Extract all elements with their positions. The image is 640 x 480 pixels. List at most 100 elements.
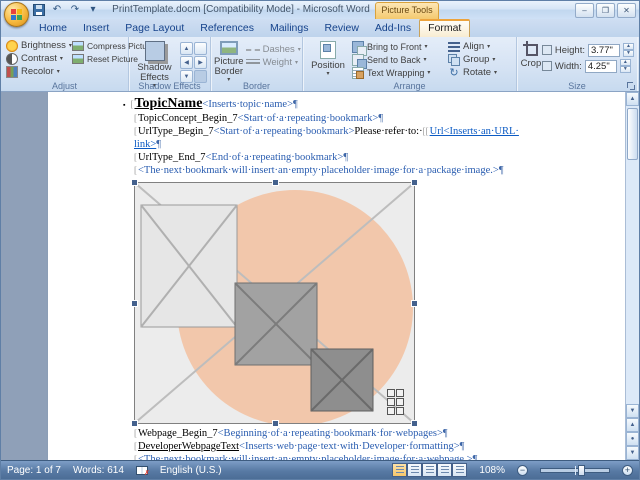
redo-button[interactable]: ↷	[68, 4, 82, 17]
zoom-slider-thumb[interactable]	[577, 464, 585, 476]
zoom-in-button[interactable]: +	[622, 464, 633, 476]
resize-handle-nw[interactable]	[131, 179, 138, 186]
resize-handle-w[interactable]	[131, 300, 138, 307]
tab-page-layout[interactable]: Page Layout	[117, 20, 192, 37]
compress-pictures-button[interactable]: Compress Pictures	[70, 39, 159, 52]
recolor-button[interactable]: Recolor ▾	[4, 65, 70, 78]
compress-pictures-icon	[72, 40, 84, 51]
picture-border-label: Picture Border	[214, 56, 244, 77]
nudge-shadow-left-button[interactable]: ◀	[180, 56, 193, 69]
bring-to-front-button[interactable]: Bring to Front ▾	[350, 40, 446, 56]
draft-view-button[interactable]	[452, 463, 467, 477]
doc-seg-plain: UrlType_Begin_7	[138, 126, 214, 137]
picture-border-button[interactable]: Picture Border ▾	[214, 39, 244, 83]
reset-picture-button[interactable]: Reset Picture	[70, 52, 138, 65]
width-up-icon[interactable]: ▲	[619, 59, 631, 66]
resize-handle-se[interactable]	[411, 420, 418, 427]
scroll-up-button[interactable]: ▲	[626, 92, 639, 106]
doc-seg-nameBig: TopicName	[134, 96, 203, 111]
doc-seg-desc: <Start·of·a·repeating·bookmark>	[213, 126, 355, 137]
print-layout-view-button[interactable]	[392, 463, 407, 477]
zoom-slider[interactable]	[540, 464, 610, 476]
full-screen-reading-view-button[interactable]	[407, 463, 422, 477]
weight-button[interactable]: Weight ▾	[244, 56, 303, 69]
rotate-button[interactable]: ↻ Rotate ▾	[446, 66, 508, 79]
image-resize-grip[interactable]	[387, 389, 404, 415]
nudge-shadow-right-button[interactable]: ▶	[194, 56, 207, 69]
doc-line: [UrlType_Begin_7<Start·of·a·repeating·bo…	[134, 125, 593, 138]
align-icon	[448, 41, 460, 52]
doc-line: ▪ [TopicName<Inserts·topic·name>¶	[123, 96, 593, 112]
toggle-shadow-button[interactable]	[194, 42, 207, 55]
tab-add-ins[interactable]: Add-Ins	[367, 20, 419, 37]
crop-button[interactable]: Crop	[520, 39, 542, 74]
shadow-effects-icon	[144, 41, 165, 61]
contrast-button[interactable]: Contrast ▾	[4, 52, 70, 65]
resize-handle-sw[interactable]	[131, 420, 138, 427]
scroll-down-button[interactable]: ▼	[626, 404, 639, 418]
width-label: Width:	[554, 60, 582, 72]
height-input[interactable]: 3.77"	[588, 43, 620, 57]
group-button[interactable]: Group ▾	[446, 53, 508, 66]
placeholder-image[interactable]	[131, 179, 418, 427]
document-page[interactable]: ▪ [TopicName<Inserts·topic·name>¶ [TopicCo…	[48, 92, 627, 460]
maximize-button[interactable]: ❐	[596, 3, 615, 18]
tab-review[interactable]: Review	[316, 20, 366, 37]
previous-page-button[interactable]: ▲	[626, 418, 639, 432]
resize-handle-ne[interactable]	[411, 179, 418, 186]
tab-home[interactable]: Home	[31, 20, 75, 37]
tab-format[interactable]: Format	[419, 19, 471, 37]
vertical-scrollbar[interactable]: ▲ ▼ ▲ ● ▼	[625, 92, 639, 460]
outline-view-button[interactable]	[437, 463, 452, 477]
proofing-error-mark: ✗	[144, 469, 150, 477]
minimize-button[interactable]: –	[575, 3, 594, 18]
zoom-level[interactable]: 108%	[479, 465, 505, 476]
resize-handle-s[interactable]	[271, 420, 279, 427]
height-up-icon[interactable]: ▲	[623, 43, 634, 50]
crop-label: Crop	[520, 58, 542, 69]
doc-seg-bm: [[	[422, 126, 429, 136]
group-shadow-label: Shadow Effects	[138, 81, 201, 91]
size-dialog-launcher[interactable]	[626, 81, 635, 90]
select-browse-object-button[interactable]: ●	[626, 432, 639, 446]
resize-handle-n[interactable]	[271, 179, 279, 186]
status-page[interactable]: Page: 1 of 7	[7, 465, 61, 476]
zoom-out-button[interactable]: −	[517, 464, 528, 476]
group-size-label: Size	[568, 81, 586, 91]
tab-mailings[interactable]: Mailings	[262, 20, 317, 37]
brightness-button[interactable]: Brightness ▾	[4, 39, 72, 52]
next-page-button[interactable]: ▼	[626, 446, 639, 460]
width-input[interactable]: 4.25"	[584, 59, 617, 73]
undo-button[interactable]: ↶	[50, 4, 64, 17]
status-bar: Page: 1 of 7 Words: 614 ✗ English (U.S.)…	[1, 460, 639, 479]
doc-seg-link[interactable]: Url<Inserts·an·URL·	[430, 126, 519, 137]
tab-references[interactable]: References	[192, 20, 262, 37]
align-button[interactable]: Align ▾	[446, 40, 508, 53]
height-stepper[interactable]: ▲ ▼	[623, 43, 634, 57]
width-stepper[interactable]: ▲ ▼	[619, 59, 631, 73]
position-button[interactable]: Position ▾	[306, 39, 350, 79]
close-button[interactable]: ✕	[617, 3, 636, 18]
nudge-shadow-up-button[interactable]: ▲	[180, 42, 193, 55]
height-down-icon[interactable]: ▼	[623, 50, 634, 57]
office-button[interactable]	[4, 2, 29, 27]
save-button[interactable]	[32, 4, 46, 17]
resize-handle-e[interactable]	[411, 300, 418, 307]
dropdown-icon: ▾	[423, 56, 427, 63]
tab-insert[interactable]: Insert	[75, 20, 117, 37]
web-layout-view-button[interactable]	[422, 463, 437, 477]
placeholder-square-light	[140, 204, 238, 328]
status-words[interactable]: Words: 614	[73, 465, 124, 476]
status-language[interactable]: English (U.S.)	[160, 465, 222, 476]
group-arrange-label: Arrange	[393, 81, 426, 91]
width-down-icon[interactable]: ▼	[619, 66, 631, 73]
placeholder-image-graphic	[134, 182, 415, 426]
dashes-icon	[245, 48, 260, 51]
doc-seg-link[interactable]: link>	[134, 139, 156, 150]
doc-seg-pil: ¶	[442, 428, 448, 439]
scrollbar-thumb[interactable]	[627, 108, 638, 160]
office-logo-icon	[11, 9, 22, 20]
doc-seg-plain: Webpage_Begin_7	[138, 428, 218, 439]
dashes-button[interactable]: Dashes ▾	[244, 43, 303, 56]
proofing-status-icon[interactable]: ✗	[135, 465, 150, 477]
